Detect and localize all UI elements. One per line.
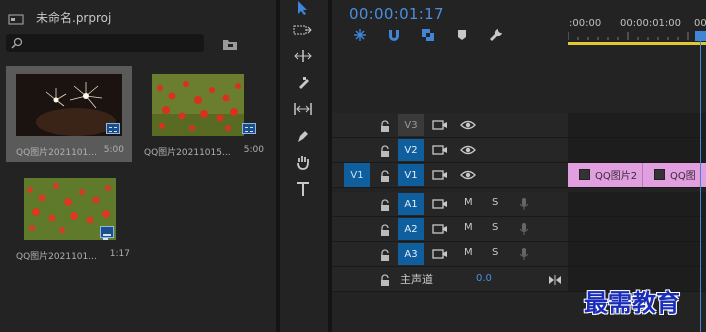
pen-tool-icon[interactable] [292,126,314,146]
image-badge-icon [242,123,256,134]
master-track-label: 主声道 [400,273,433,286]
ruler-label: 00:00:01:00 [620,18,682,29]
track-lane-v3[interactable] [568,113,706,138]
go-to-end-icon[interactable] [548,270,562,285]
lock-icon[interactable] [380,197,390,211]
mute-button[interactable]: M [464,197,473,208]
mute-button[interactable]: M [464,247,473,258]
track-target-a3[interactable]: A3 [398,243,424,265]
project-title: 未命名.prproj [36,11,112,25]
track-header-a1: A1 M S [332,192,568,217]
ruler-label: :00:00 [569,18,602,29]
sync-lock-icon[interactable] [432,247,448,261]
solo-button[interactable]: S [492,197,498,208]
solo-button[interactable]: S [492,247,498,258]
media-name: QQ图片2021101... [16,252,97,262]
timeline-clip[interactable]: QQ图片2 [568,163,643,187]
track-lane-v2[interactable] [568,138,706,163]
media-item[interactable]: QQ图片2021101... 1:17 [6,170,132,266]
eye-icon[interactable] [460,168,476,182]
microphone-icon[interactable] [516,247,532,261]
fx-badge-icon [579,169,590,180]
media-name: QQ图片2021101... [16,148,97,158]
sync-lock-icon[interactable] [432,197,448,211]
master-volume-value[interactable]: 0.0 [476,273,492,284]
lock-icon[interactable] [380,168,390,182]
lock-icon[interactable] [380,118,390,132]
folder-icon[interactable] [8,10,24,25]
track-header-master [332,267,568,292]
eye-icon[interactable] [460,143,476,157]
sync-lock-icon[interactable] [432,143,448,157]
eye-icon[interactable] [460,118,476,132]
search-icon [10,36,24,50]
razor-tool-icon[interactable] [292,73,314,93]
sequence-badge-icon [100,226,114,240]
ripple-edit-tool-icon[interactable] [292,46,314,66]
clip-label: QQ图片2 [595,171,638,182]
lock-icon[interactable] [380,272,390,286]
search-input[interactable] [6,34,204,52]
project-panel: 未命名.prproj QQ图片2021101... 5:00 QQ图片20211… [0,0,276,332]
playhead-line[interactable] [700,33,701,332]
thumbnail-image [24,178,116,240]
add-marker-icon[interactable] [454,27,470,43]
ruler-label: 00: [694,18,706,29]
track-header-v1: V1 V1 [332,163,568,188]
thumbnail-image [152,74,258,136]
snap-icon[interactable] [386,27,402,43]
type-tool-icon[interactable] [292,179,314,199]
media-duration: 1:17 [109,249,130,259]
playhead-marker[interactable] [695,31,706,41]
wrench-icon[interactable] [488,27,504,43]
work-area-bar[interactable] [568,42,706,45]
track-header-v2: V2 [332,138,568,163]
media-name: QQ图片20211015... [144,148,231,158]
track-lane-a1[interactable] [568,192,706,217]
timecode-display[interactable]: 00:00:01:17 [349,5,444,23]
track-select-tool-icon[interactable] [292,20,314,40]
timeline-clip[interactable]: QQ图 [643,163,706,187]
track-lane-a3[interactable] [568,242,706,267]
track-lane-a2[interactable] [568,217,706,242]
tools-panel [280,0,328,332]
sync-lock-icon[interactable] [432,118,448,132]
sync-lock-icon[interactable] [432,222,448,236]
media-duration: 5:00 [243,145,264,155]
selection-tool-icon[interactable] [292,0,314,18]
microphone-icon[interactable] [516,197,532,211]
thumbnail-image [16,74,122,136]
track-target-a2[interactable]: A2 [398,218,424,240]
lock-icon[interactable] [380,222,390,236]
track-target-a1[interactable]: A1 [398,193,424,215]
media-item[interactable]: QQ图片2021101... 5:00 [6,66,132,162]
clip-label: QQ图 [670,171,696,182]
track-header-a2: A2 M S [332,217,568,242]
microphone-icon[interactable] [516,222,532,236]
linked-selection-icon[interactable] [420,27,436,43]
lock-icon[interactable] [380,143,390,157]
source-patch-v1[interactable]: V1 [344,163,370,187]
nest-toggle-icon[interactable] [352,27,368,43]
track-target-v1[interactable]: V1 [398,164,424,186]
watermark: 最需教育 [584,289,680,317]
solo-button[interactable]: S [492,222,498,233]
mute-button[interactable]: M [464,222,473,233]
image-badge-icon [106,123,120,134]
media-item[interactable]: QQ图片20211015... 5:00 [136,66,264,162]
new-bin-icon[interactable] [222,36,238,50]
fx-badge-icon [654,169,665,180]
track-target-v2[interactable]: V2 [398,139,424,161]
slip-tool-icon[interactable] [292,99,314,119]
track-header-v3: V3 [332,113,568,138]
time-ruler[interactable]: :00:00 00:00:01:00 00: [568,0,706,46]
hand-tool-icon[interactable] [292,152,314,172]
lock-icon[interactable] [380,247,390,261]
sync-lock-icon[interactable] [432,168,448,182]
media-duration: 5:00 [103,145,124,155]
media-grid: QQ图片2021101... 5:00 QQ图片20211015... 5:00… [6,66,264,332]
track-header-a3: A3 M S [332,242,568,267]
track-target-v3[interactable]: V3 [398,114,424,136]
